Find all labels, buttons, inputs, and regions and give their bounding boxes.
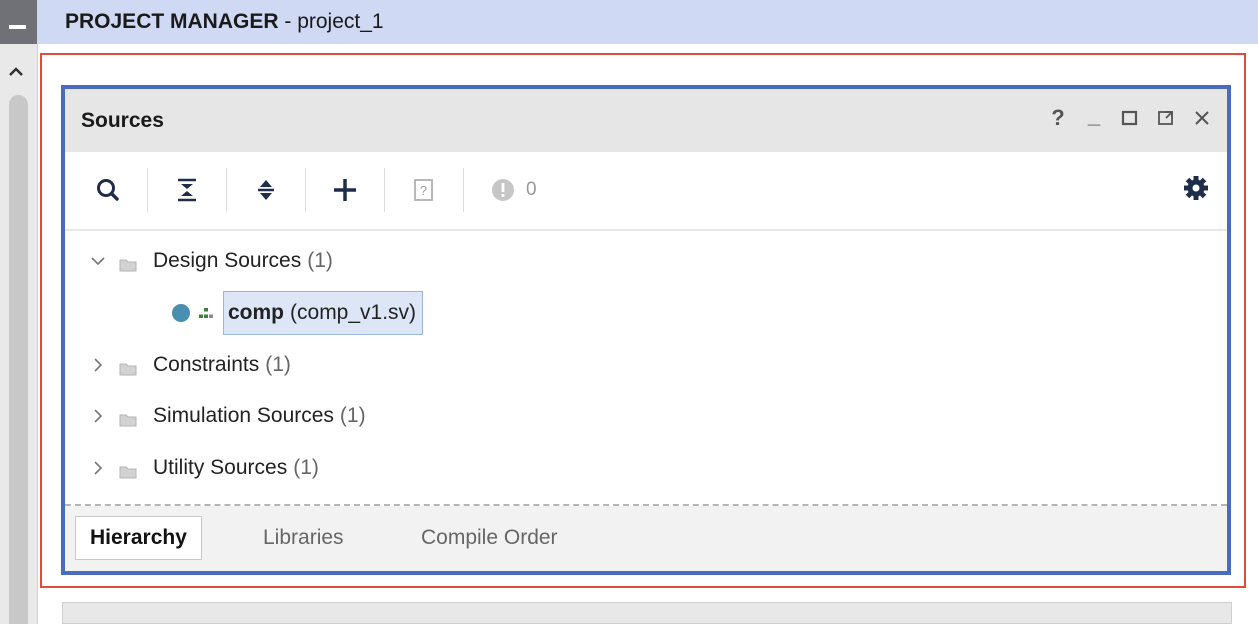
status-dot-icon [172,304,190,322]
tree-node-label: Simulation Sources [153,404,334,427]
minimize-icon[interactable]: _ [1083,103,1105,133]
sources-tree: Design Sources (1) comp (comp_v1.sv) Con… [65,231,1227,501]
chevron-up-icon[interactable] [6,62,26,82]
gear-icon[interactable] [1181,173,1211,203]
left-gutter [0,0,38,624]
sources-view-tabs: Hierarchy Libraries Compile Order [65,506,1227,571]
minus-icon [9,25,26,29]
tab-libraries[interactable]: Libraries [249,516,358,560]
sources-panel-header: Sources ? _ [65,89,1227,152]
sources-toolbar: ? 0 [65,152,1227,228]
sources-panel-title: Sources [81,108,164,132]
collapse-all-icon[interactable] [170,173,204,207]
module-file: (comp_v1.sv) [290,301,417,324]
toolbar-separator [384,168,385,212]
folder-icon [119,409,137,427]
expand-all-icon[interactable] [249,173,283,207]
chevron-down-icon[interactable] [87,250,109,272]
selected-source-item[interactable]: comp (comp_v1.sv) [223,291,424,335]
module-name: comp [228,301,285,324]
add-icon[interactable] [328,173,362,207]
header-separator: - [278,10,298,33]
tab-hierarchy[interactable]: Hierarchy [75,516,202,560]
tab-compile-order[interactable]: Compile Order [407,516,572,560]
maximize-icon[interactable] [1119,103,1141,133]
tree-node-count: (1) [293,456,319,479]
close-icon[interactable] [1191,103,1213,133]
folder-icon [119,358,137,376]
window-controls: ? _ [1047,103,1213,133]
tree-node-label: Design Sources [153,249,302,272]
tree-node-design-sources[interactable]: Design Sources (1) [87,237,333,285]
scrollbar-thumb[interactable] [9,95,28,624]
hierarchy-icon [199,308,213,318]
header-title: PROJECT MANAGER [65,10,279,33]
tree-node-count: (1) [265,353,291,376]
help-icon[interactable]: ? [1047,103,1069,133]
float-icon[interactable] [1155,103,1177,133]
tree-node-count: (1) [339,404,366,427]
lower-panel [62,602,1232,624]
chevron-right-icon[interactable] [87,405,109,427]
message-count: 0 [526,179,537,200]
toolbar-separator [305,168,306,212]
toolbar-separator [463,168,464,212]
collapse-panel-button[interactable] [0,0,37,44]
tree-node-label: Utility Sources [153,456,288,479]
status-dot-icon[interactable] [486,173,520,207]
unknown-file-icon[interactable]: ? [407,173,441,207]
toolbar-separator [226,168,227,212]
tree-node-utility-sources[interactable]: Utility Sources (1) [87,444,319,492]
header-project-name: project_1 [297,10,384,33]
chevron-right-icon[interactable] [87,457,109,479]
toolbar-separator [147,168,148,212]
tree-node-constraints[interactable]: Constraints (1) [87,341,291,389]
svg-text:?: ? [420,183,427,198]
search-icon[interactable] [91,173,125,207]
tabs-background [65,506,1227,571]
project-manager-header: PROJECT MANAGER - project_1 [37,0,1258,44]
tree-node-simulation-sources[interactable]: Simulation Sources (1) [87,392,366,440]
folder-icon [119,461,137,479]
sources-panel: Sources ? _ ? 0 Design Sources (1) comp … [61,85,1231,575]
tree-node-label: Constraints [153,353,260,376]
tree-node-count: (1) [307,249,333,272]
chevron-right-icon[interactable] [87,354,109,376]
folder-icon [119,254,137,272]
tree-node-comp[interactable]: comp (comp_v1.sv) [171,287,424,339]
